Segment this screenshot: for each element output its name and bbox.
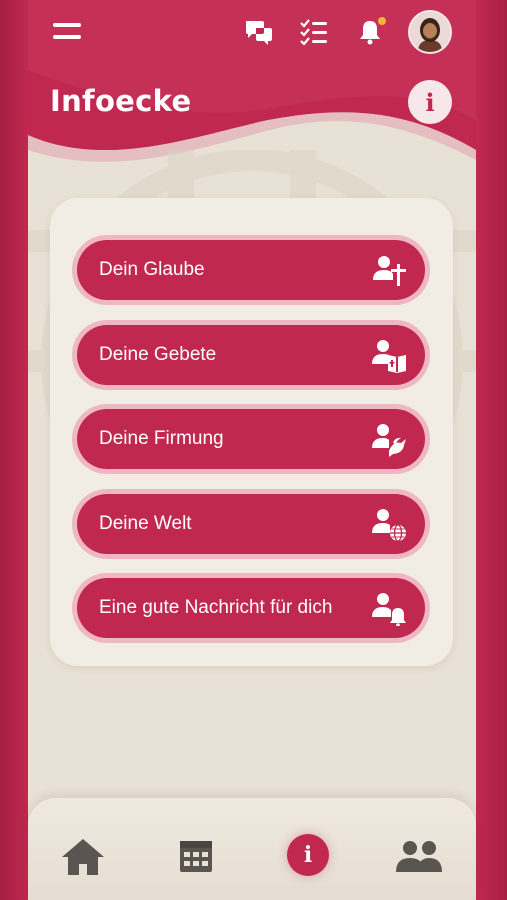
menu-item-label: Deine Gebete (99, 344, 217, 365)
person-cross-icon (373, 256, 406, 286)
menu-item-label: Eine gute Nachricht für dich (99, 597, 333, 618)
avatar[interactable] (408, 10, 452, 54)
menu-item-deine-gebete[interactable]: Deine Gebete (72, 320, 430, 390)
checklist-icon[interactable] (298, 18, 330, 46)
nav-calendar[interactable] (176, 836, 216, 876)
menu-item-label: Dein Glaube (99, 259, 205, 280)
page-title: Infoecke (50, 84, 192, 118)
home-icon (62, 839, 104, 875)
info-button[interactable]: i (408, 80, 452, 124)
nav-info-glyph: i (303, 842, 313, 868)
nav-group[interactable] (392, 836, 446, 876)
calendar-icon (180, 841, 212, 872)
group-icon (396, 841, 442, 872)
person-bible-icon (372, 340, 406, 373)
info-icon: i (287, 834, 329, 876)
menu-item-label: Deine Firmung (99, 428, 224, 449)
chat-bubbles-icon[interactable] (243, 18, 275, 48)
menu-item-gute-nachricht[interactable]: Eine gute Nachricht für dich (72, 573, 430, 643)
person-globe-icon (372, 509, 406, 542)
nav-home[interactable] (60, 836, 106, 878)
person-bell-icon (372, 593, 406, 626)
menu-item-dein-glaube[interactable]: Dein Glaube (72, 235, 430, 305)
menu-item-deine-welt[interactable]: Deine Welt (72, 489, 430, 559)
menu-item-deine-firmung[interactable]: Deine Firmung (72, 404, 430, 474)
hamburger-menu-icon[interactable] (52, 20, 82, 44)
notification-dot (378, 17, 386, 25)
menu-item-label: Deine Welt (99, 513, 192, 534)
info-icon: i (425, 87, 435, 117)
person-dove-icon (372, 424, 406, 457)
nav-info[interactable]: i (286, 833, 330, 877)
